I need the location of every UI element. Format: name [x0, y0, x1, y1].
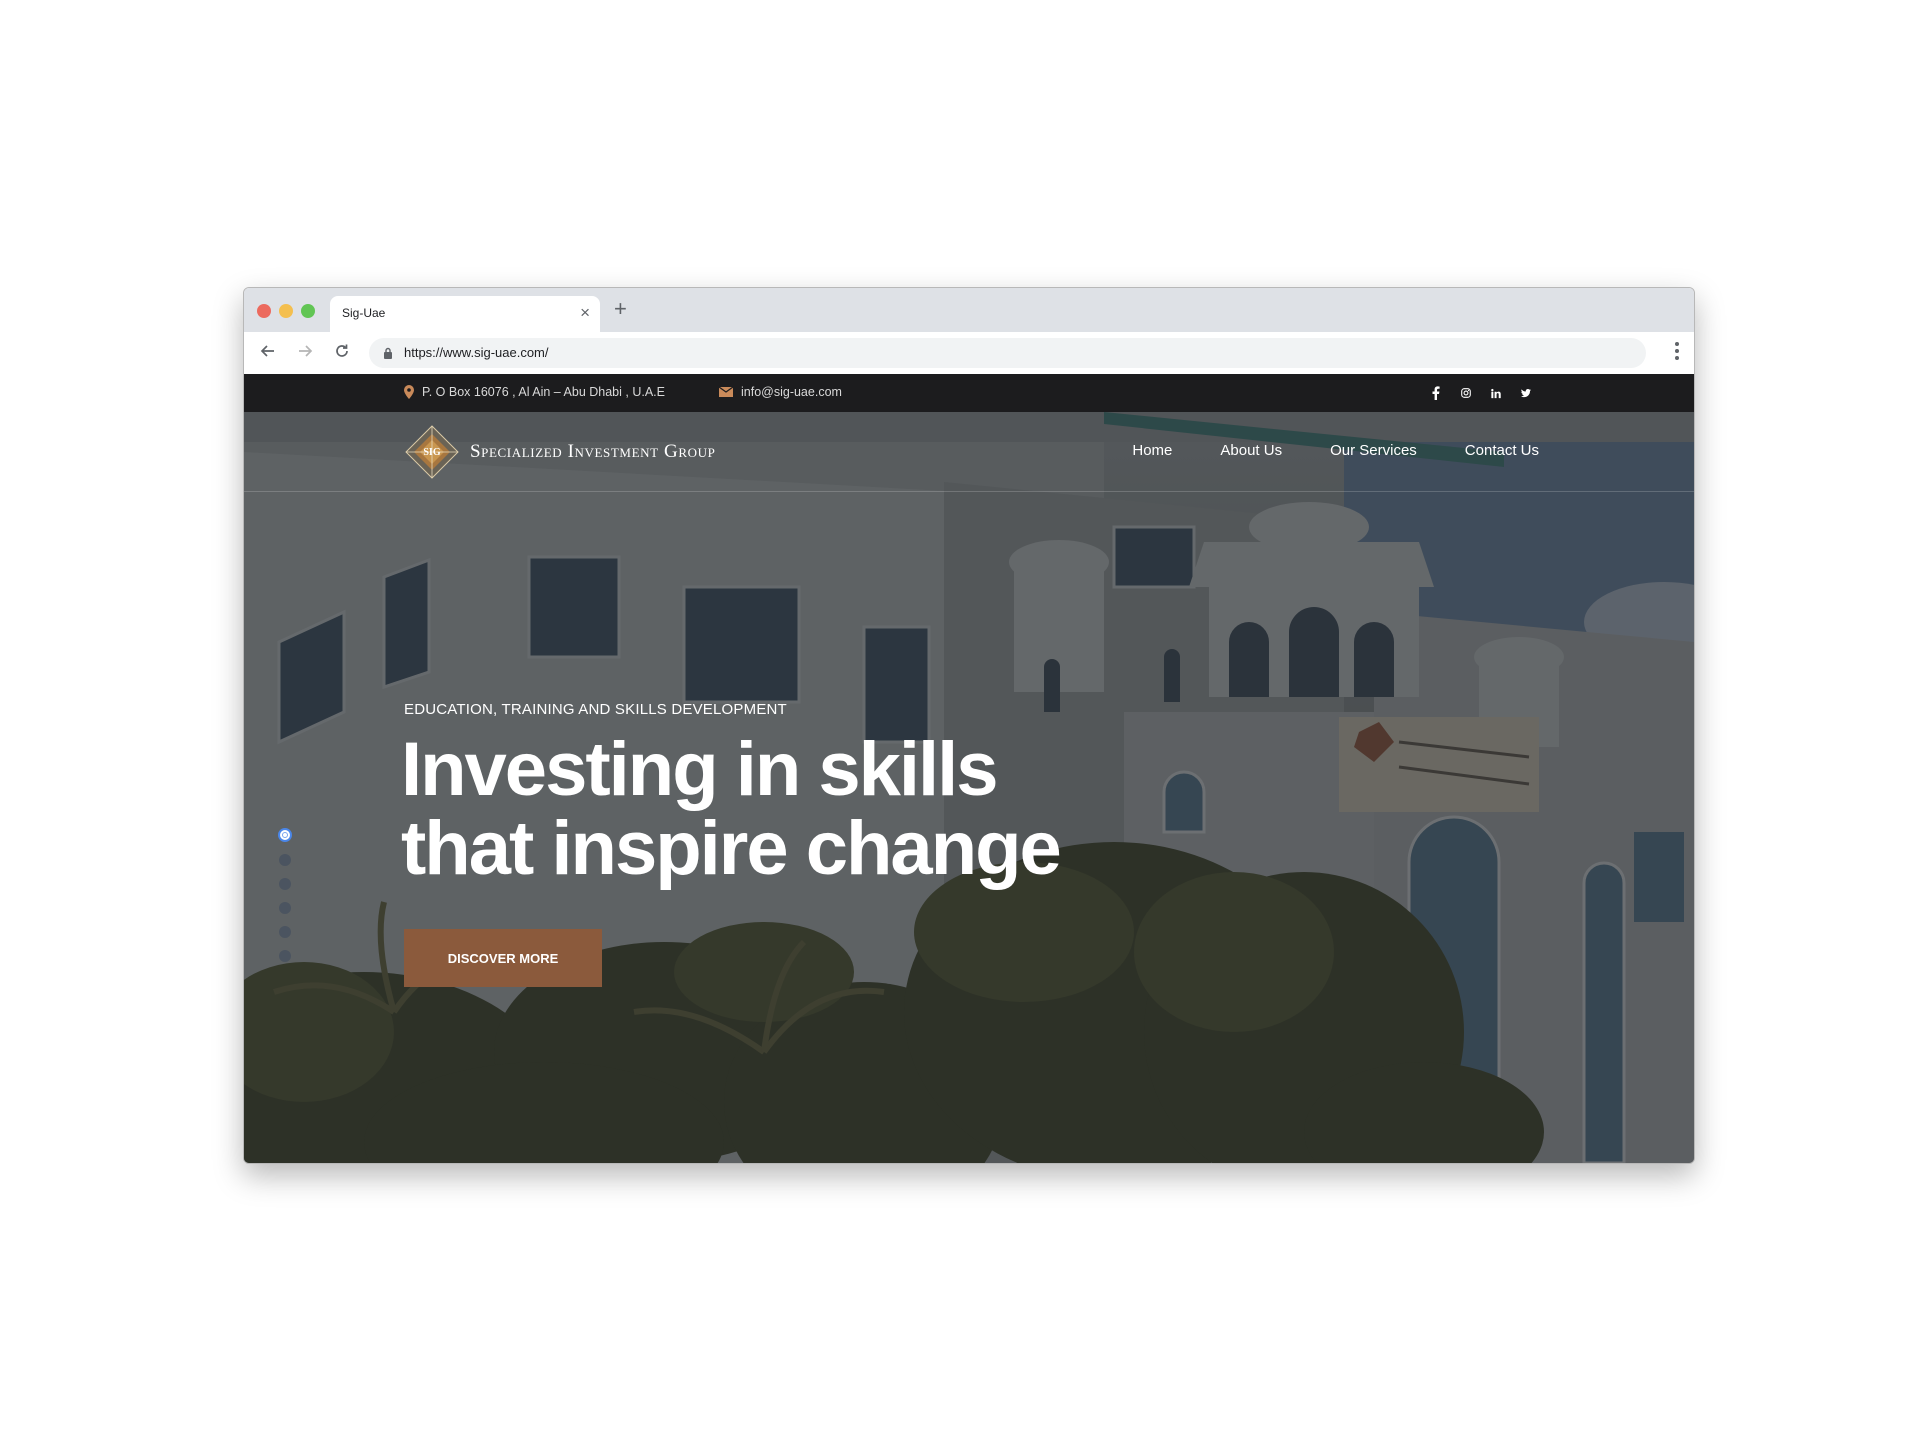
nav-about-us[interactable]: About Us: [1220, 442, 1282, 459]
slider-pagination: [277, 828, 293, 974]
address-info: P. O Box 16076 , Al Ain – Abu Dhabi , U.…: [404, 385, 665, 399]
logo-mark-text: SIG: [423, 447, 440, 458]
slide-dot-3[interactable]: [279, 878, 291, 890]
main-navigation: Home About Us Our Services Contact Us: [1084, 442, 1539, 459]
address-bar[interactable]: https://www.sig-uae.com/: [369, 338, 1646, 368]
slide-dot-1[interactable]: [278, 828, 292, 842]
forward-arrow-icon[interactable]: [293, 341, 317, 365]
browser-menu-icon[interactable]: [1674, 342, 1680, 364]
nav-contact-us[interactable]: Contact Us: [1465, 442, 1539, 459]
close-tab-icon[interactable]: ×: [580, 304, 590, 321]
lock-icon: [384, 347, 392, 359]
address-text: P. O Box 16076 , Al Ain – Abu Dhabi , U.…: [422, 385, 665, 399]
hero-eyebrow: EDUCATION, TRAINING AND SKILLS DEVELOPME…: [404, 701, 787, 718]
back-arrow-icon[interactable]: [256, 341, 280, 365]
location-pin-icon: [404, 385, 414, 399]
browser-titlebar: Sig-Uae × +: [244, 288, 1694, 332]
new-tab-icon[interactable]: +: [614, 298, 627, 320]
site-logo[interactable]: SIG Specialized Investment Group: [404, 424, 715, 480]
email-text[interactable]: info@sig-uae.com: [741, 385, 842, 399]
email-info[interactable]: info@sig-uae.com: [719, 385, 842, 399]
hero-headline-line-2: that inspire change: [401, 806, 1062, 891]
social-links: [1419, 384, 1539, 402]
hero-headline-line-1: Investing in skills: [401, 727, 999, 812]
hero-section: SIG Specialized Investment Group Home Ab…: [244, 412, 1694, 1163]
linkedin-icon[interactable]: [1491, 384, 1509, 402]
logo-text: Specialized Investment Group: [470, 441, 716, 462]
nav-home[interactable]: Home: [1132, 442, 1172, 459]
browser-window: Sig-Uae × + https://www.sig-uae.com/ P. …: [243, 287, 1695, 1164]
browser-tab[interactable]: Sig-Uae ×: [330, 296, 600, 332]
url-text: https://www.sig-uae.com/: [404, 345, 549, 360]
slide-dot-2[interactable]: [279, 854, 291, 866]
header-divider: [244, 491, 1694, 492]
slide-dot-4[interactable]: [279, 902, 291, 914]
instagram-icon[interactable]: [1461, 384, 1479, 402]
minimize-window-button[interactable]: [279, 304, 293, 318]
page-viewport: P. O Box 16076 , Al Ain – Abu Dhabi , U.…: [244, 374, 1694, 1163]
tab-title: Sig-Uae: [342, 306, 386, 320]
hero-headline: Investing in skills that inspire change: [401, 727, 1062, 891]
sig-logo-icon: SIG: [405, 425, 459, 479]
contact-topbar: P. O Box 16076 , Al Ain – Abu Dhabi , U.…: [244, 374, 1694, 412]
reload-icon[interactable]: [330, 341, 354, 365]
maximize-window-button[interactable]: [301, 304, 315, 318]
slide-dot-5[interactable]: [279, 926, 291, 938]
twitter-icon[interactable]: [1521, 384, 1539, 402]
browser-toolbar: https://www.sig-uae.com/: [244, 332, 1694, 374]
envelope-icon: [719, 387, 733, 397]
facebook-icon[interactable]: [1431, 384, 1449, 402]
discover-more-button[interactable]: DISCOVER MORE: [404, 929, 602, 987]
nav-our-services[interactable]: Our Services: [1330, 442, 1417, 459]
slide-dot-6[interactable]: [279, 950, 291, 962]
close-window-button[interactable]: [257, 304, 271, 318]
